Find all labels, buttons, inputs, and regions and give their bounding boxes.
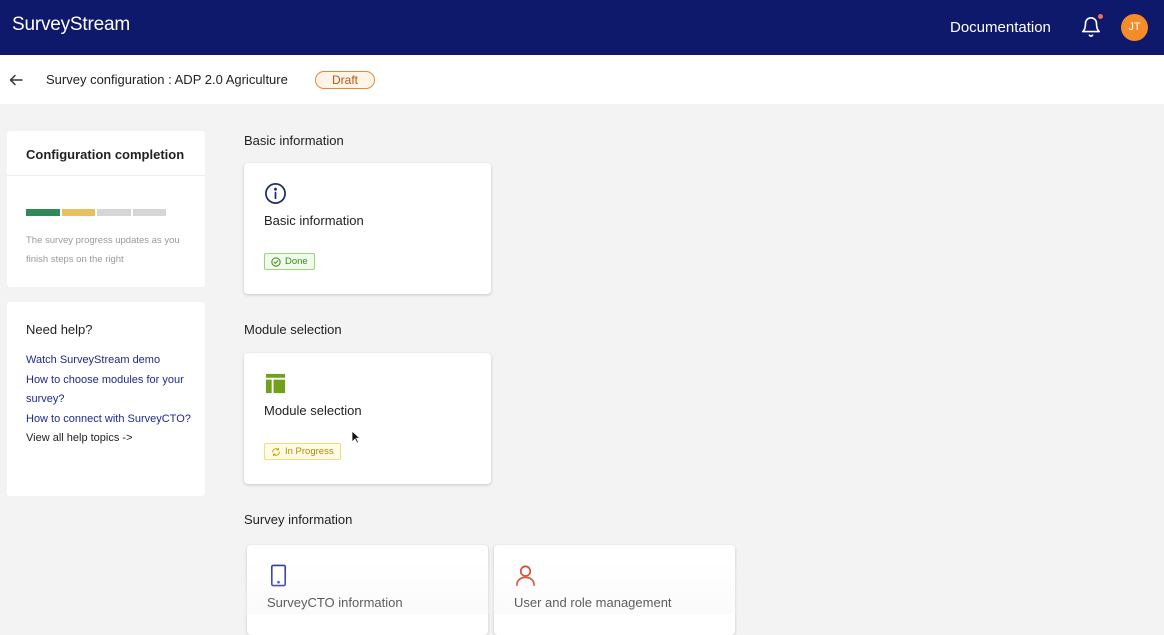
documentation-link[interactable]: Documentation <box>950 19 1051 36</box>
sync-icon <box>272 447 280 456</box>
progress-segment-done <box>26 209 60 216</box>
page-title: Survey configuration : ADP 2.0 Agricultu… <box>46 72 288 87</box>
card-title: User and role management <box>514 595 672 610</box>
card-title: Module selection <box>264 403 362 418</box>
status-tag-in-progress: In Progress <box>264 443 341 460</box>
help-title: Need help? <box>26 322 93 337</box>
status-badge: Draft <box>315 71 375 89</box>
user-icon <box>516 565 535 586</box>
tablet-icon <box>270 564 287 587</box>
help-link-all-topics[interactable]: View all help topics -> <box>26 429 198 449</box>
layout-icon <box>265 373 286 394</box>
notification-dot <box>1097 13 1104 20</box>
progress-note: The survey progress updates as you finis… <box>26 235 180 265</box>
help-panel: Need help? Watch SurveyStream demo How t… <box>7 302 205 496</box>
configuration-progress-bar <box>26 209 166 216</box>
card-surveycto-information[interactable]: SurveyCTO information <box>247 545 488 635</box>
card-title: Basic information <box>264 213 364 228</box>
progress-segment-todo <box>97 209 131 216</box>
progress-segment-in-progress <box>61 209 95 216</box>
page-header: Survey configuration : ADP 2.0 Agricultu… <box>0 55 1164 104</box>
progress-segment-todo <box>132 209 166 216</box>
section-heading-survey-information: Survey information <box>244 512 353 527</box>
back-arrow-icon[interactable] <box>8 72 24 88</box>
section-heading-module-selection: Module selection <box>244 322 342 337</box>
mouse-cursor-icon <box>351 430 361 444</box>
section-heading-basic-information: Basic information <box>244 133 344 148</box>
configuration-completion-title: Configuration completion <box>26 147 185 162</box>
divider <box>7 175 205 176</box>
configuration-completion-panel: Configuration completion The survey prog… <box>7 131 205 287</box>
user-avatar[interactable]: JT <box>1121 14 1148 41</box>
card-module-selection[interactable]: Module selection In Progress <box>244 353 491 484</box>
brand-logo[interactable]: SurveyStream <box>12 14 130 36</box>
info-icon <box>265 183 286 204</box>
top-navbar: SurveyStream Documentation JT <box>0 0 1164 55</box>
status-label: In Progress <box>285 446 334 457</box>
help-link-choose-modules[interactable]: How to choose modules for your survey? <box>26 371 198 410</box>
check-circle-icon <box>271 256 281 267</box>
help-link-demo[interactable]: Watch SurveyStream demo <box>26 351 198 371</box>
status-tag-done: Done <box>264 253 315 270</box>
card-user-role-management[interactable]: User and role management <box>494 545 735 635</box>
card-title: SurveyCTO information <box>267 595 403 610</box>
status-label: Done <box>285 256 308 267</box>
help-link-connect-surveycto[interactable]: How to connect with SurveyCTO? <box>26 410 198 430</box>
card-basic-information[interactable]: Basic information Done <box>244 163 491 294</box>
help-links: Watch SurveyStream demo How to choose mo… <box>26 351 198 449</box>
